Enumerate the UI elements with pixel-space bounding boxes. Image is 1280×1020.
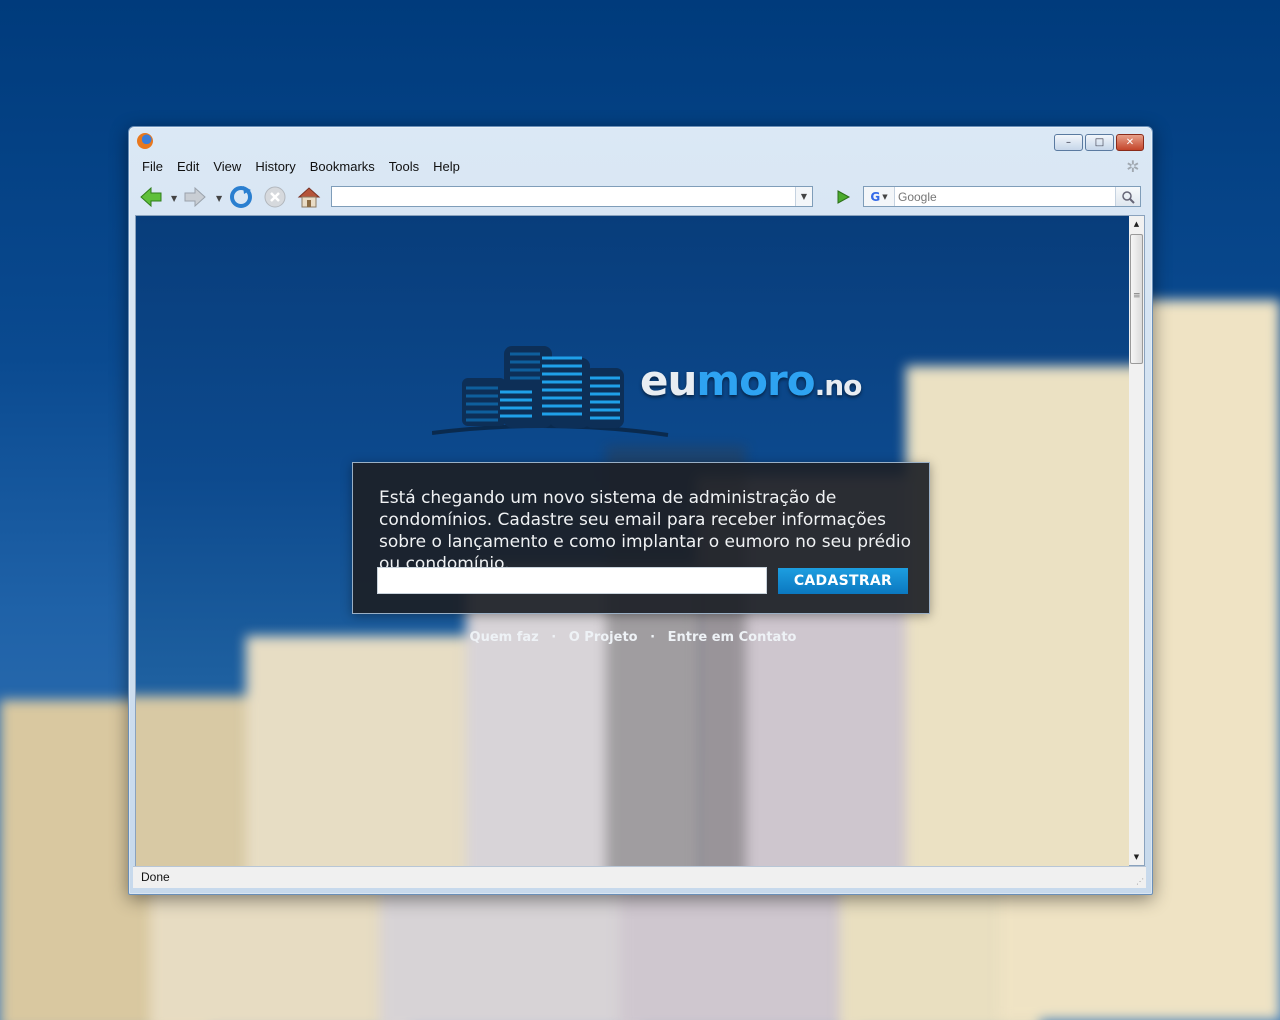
- menu-bookmarks[interactable]: Bookmarks: [310, 159, 375, 174]
- search-bar: G ▼: [863, 186, 1141, 207]
- site-logo[interactable]: eumoro.no: [432, 338, 862, 438]
- address-bar: ▼: [331, 186, 813, 208]
- menu-edit[interactable]: Edit: [177, 159, 199, 174]
- search-input[interactable]: [896, 187, 1115, 206]
- maximize-button[interactable]: □: [1085, 134, 1114, 151]
- home-button[interactable]: [297, 185, 321, 209]
- forward-history-dropdown-icon[interactable]: ▼: [216, 194, 222, 203]
- forward-arrow-icon: [184, 186, 206, 208]
- minimize-icon: –: [1066, 136, 1071, 148]
- logo-text-eu: eu: [640, 356, 697, 405]
- logo-text-moro: moro: [696, 356, 815, 405]
- go-button[interactable]: [833, 187, 853, 206]
- resize-grip-icon[interactable]: ⋰: [1136, 877, 1144, 886]
- stop-icon: [264, 186, 286, 208]
- search-engine-selector[interactable]: G ▼: [864, 187, 895, 206]
- footer-links: Quem faz · O Projeto · Entre em Contato: [136, 630, 1130, 645]
- scroll-down-arrow-icon[interactable]: ▼: [1129, 849, 1144, 865]
- menu-history[interactable]: History: [255, 159, 295, 174]
- link-separator: ·: [650, 630, 656, 645]
- announcement-text: Está chegando um novo sistema de adminis…: [379, 488, 911, 574]
- browser-window: – □ ✕ File Edit View History Bookmarks T…: [128, 126, 1153, 895]
- navigation-toolbar: ▼ ▼ ▼ G ▼ Google: [133, 179, 1148, 215]
- scroll-up-arrow-icon[interactable]: ▲: [1129, 216, 1144, 232]
- back-history-dropdown-icon[interactable]: ▼: [171, 194, 177, 203]
- engine-dropdown-icon: ▼: [882, 192, 888, 201]
- close-icon: ✕: [1125, 136, 1135, 148]
- activity-throbber-icon: ✲: [1126, 157, 1140, 176]
- link-entre-em-contato[interactable]: Entre em Contato: [668, 630, 797, 645]
- maximize-icon: □: [1094, 136, 1105, 148]
- status-bar: Done ⋰: [133, 866, 1146, 888]
- buildings-logo-icon: [432, 346, 669, 437]
- logo-wordmark: eumoro.no: [640, 360, 863, 402]
- menu-help[interactable]: Help: [433, 159, 460, 174]
- back-arrow-icon: [140, 186, 162, 208]
- link-o-projeto[interactable]: O Projeto: [569, 630, 638, 645]
- menu-bar: File Edit View History Bookmarks Tools H…: [133, 155, 1148, 177]
- google-icon: G: [870, 189, 881, 204]
- minimize-button[interactable]: –: [1054, 134, 1083, 151]
- link-quem-faz[interactable]: Quem faz: [470, 630, 539, 645]
- menu-tools[interactable]: Tools: [389, 159, 419, 174]
- back-button[interactable]: [139, 185, 163, 209]
- cadastrar-button[interactable]: CADASTRAR: [778, 568, 908, 594]
- link-separator: ·: [551, 630, 557, 645]
- status-text: Done: [141, 870, 170, 884]
- firefox-logo-icon: [137, 133, 153, 149]
- scroll-thumb[interactable]: [1130, 234, 1143, 364]
- reload-icon: [230, 186, 252, 208]
- reload-button[interactable]: [229, 185, 253, 209]
- url-input[interactable]: [332, 188, 810, 208]
- logo-text-no: .no: [814, 369, 863, 402]
- close-button[interactable]: ✕: [1116, 134, 1144, 151]
- go-arrow-icon: [837, 189, 851, 204]
- page-viewport: eumoro.no Está chegando um novo sistema …: [135, 215, 1131, 868]
- search-button[interactable]: [1115, 187, 1140, 206]
- signup-card: Está chegando um novo sistema de adminis…: [352, 462, 930, 614]
- window-controls: – □ ✕: [1052, 134, 1144, 151]
- home-icon: [297, 187, 321, 208]
- title-bar: – □ ✕: [129, 127, 1152, 155]
- menu-file[interactable]: File: [142, 159, 163, 174]
- menu-view[interactable]: View: [213, 159, 241, 174]
- email-input[interactable]: [377, 567, 767, 594]
- stop-button[interactable]: [263, 185, 287, 209]
- magnifier-icon: [1122, 190, 1135, 204]
- vertical-scrollbar[interactable]: ▲ ▼: [1129, 215, 1145, 866]
- forward-button[interactable]: [183, 185, 207, 209]
- url-history-dropdown-icon[interactable]: ▼: [795, 187, 812, 206]
